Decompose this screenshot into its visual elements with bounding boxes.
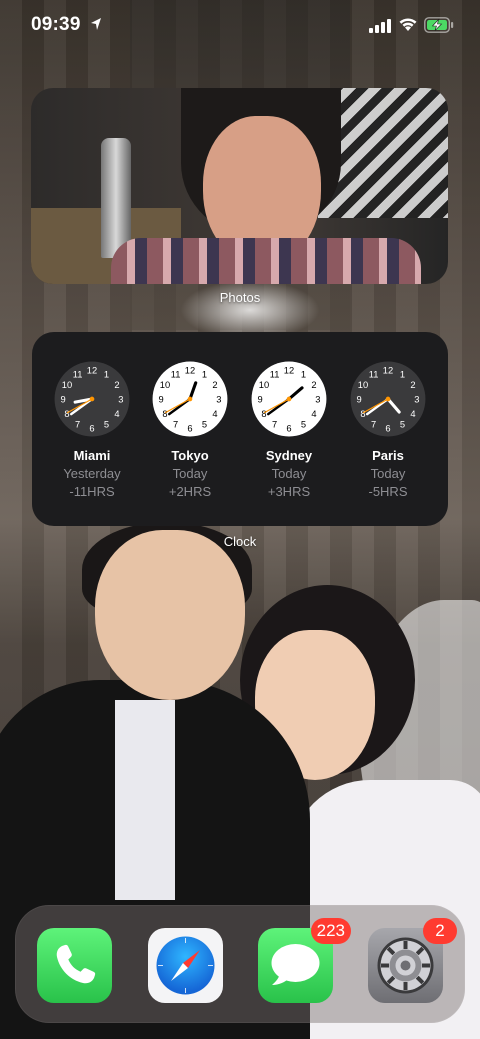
svg-text:1: 1 [301, 370, 306, 380]
svg-text:2: 2 [114, 380, 119, 390]
clock-city-name: Paris [372, 448, 404, 463]
messages-badge: 223 [310, 918, 351, 944]
analog-clock-icon: 1234567891011 12 [152, 361, 228, 437]
status-bar: 09:39 [0, 0, 480, 52]
clock-day: Today [370, 466, 406, 481]
clock-widget-label: Clock [223, 534, 257, 549]
svg-text:12: 12 [383, 366, 393, 376]
svg-text:6: 6 [286, 423, 291, 433]
clock-widget[interactable]: 1 2 3 4 5 6 7 8 9 10 11 12 Miami Yesterday -11HRS 1… [32, 332, 448, 526]
phone-app-icon[interactable] [37, 928, 112, 1003]
svg-text:5: 5 [400, 420, 405, 430]
svg-text:11: 11 [270, 370, 280, 380]
clock-day: Today [172, 466, 208, 481]
svg-text:7: 7 [173, 420, 178, 430]
clock-city-miami: 1 2 3 4 5 6 7 8 9 10 11 12 Miami Yesterday -11HRS [42, 360, 142, 499]
analog-clock-icon: 1234567891011 12 [350, 361, 426, 437]
svg-text:10: 10 [62, 380, 72, 390]
svg-text:10: 10 [259, 380, 269, 390]
svg-text:9: 9 [159, 395, 164, 405]
settings-app-icon[interactable]: 2 [368, 918, 457, 1003]
safari-app-icon[interactable] [148, 928, 223, 1003]
svg-text:8: 8 [360, 409, 365, 419]
clock-offset: -11HRS [69, 484, 115, 499]
svg-text:12: 12 [284, 366, 294, 376]
svg-text:2: 2 [311, 380, 316, 390]
analog-clock-icon: 1234567891011 12 [251, 361, 327, 437]
svg-text:6: 6 [89, 423, 94, 433]
svg-text:11: 11 [171, 370, 181, 380]
clock-city-sydney: 1 2 3 4 5 6 7 8 9 10 11 12 Sydney Today +3HRS [239, 360, 339, 499]
clock-city-paris: 1 2 3 4 5 6 7 8 9 10 11 12 Paris Today -5HRS [338, 360, 438, 499]
svg-text:10: 10 [358, 380, 368, 390]
wifi-icon [399, 18, 417, 31]
svg-text:7: 7 [75, 420, 80, 430]
clock-offset: +3HRS [267, 484, 311, 499]
clock-day: Today [271, 466, 307, 481]
svg-text:4: 4 [212, 409, 217, 419]
svg-text:4: 4 [410, 409, 415, 419]
svg-text:9: 9 [357, 395, 362, 405]
svg-text:5: 5 [202, 420, 207, 430]
battery-charging-icon [424, 17, 454, 33]
clock-city-name: Miami [73, 448, 111, 463]
svg-text:2: 2 [212, 380, 217, 390]
cellular-signal-icon [369, 19, 391, 33]
svg-text:3: 3 [315, 395, 320, 405]
svg-text:2: 2 [410, 380, 415, 390]
svg-text:8: 8 [64, 409, 69, 419]
dock: 223 2 [15, 905, 465, 1023]
svg-text:7: 7 [371, 420, 376, 430]
photos-widget-label: Photos [219, 290, 261, 305]
svg-text:1: 1 [104, 370, 109, 380]
svg-text:8: 8 [261, 409, 266, 419]
svg-text:6: 6 [385, 423, 390, 433]
svg-text:11: 11 [73, 370, 83, 380]
status-time: 09:39 [31, 14, 81, 35]
svg-text:5: 5 [301, 420, 306, 430]
svg-text:11: 11 [369, 370, 379, 380]
svg-text:4: 4 [114, 409, 119, 419]
svg-text:3: 3 [216, 395, 221, 405]
svg-text:6: 6 [187, 423, 192, 433]
svg-text:7: 7 [272, 420, 277, 430]
svg-text:9: 9 [61, 395, 66, 405]
clock-city-tokyo: 1 2 3 4 5 6 7 8 9 10 11 12 Tokyo Today +2HRS [140, 360, 240, 499]
svg-text:12: 12 [87, 366, 97, 376]
svg-text:3: 3 [118, 395, 123, 405]
location-arrow-icon [91, 18, 101, 30]
phone-icon [56, 944, 96, 984]
svg-text:1: 1 [400, 370, 405, 380]
settings-badge: 2 [423, 918, 457, 944]
svg-text:1: 1 [202, 370, 207, 380]
clock-city-name: Sydney [265, 448, 313, 463]
compass-icon [156, 936, 215, 995]
svg-text:5: 5 [104, 420, 109, 430]
svg-text:10: 10 [160, 380, 170, 390]
analog-clock-icon: 1234567891011 12 [54, 361, 130, 437]
svg-text:12: 12 [185, 366, 195, 376]
svg-text:8: 8 [162, 409, 167, 419]
svg-text:3: 3 [414, 395, 419, 405]
clock-city-name: Tokyo [171, 448, 209, 463]
clock-offset: +2HRS [168, 484, 212, 499]
svg-text:9: 9 [258, 395, 263, 405]
svg-text:4: 4 [311, 409, 316, 419]
clock-offset: -5HRS [368, 484, 408, 499]
clock-day: Yesterday [63, 466, 121, 481]
photos-widget[interactable] [31, 88, 448, 284]
messages-app-icon[interactable]: 223 [258, 918, 351, 1003]
